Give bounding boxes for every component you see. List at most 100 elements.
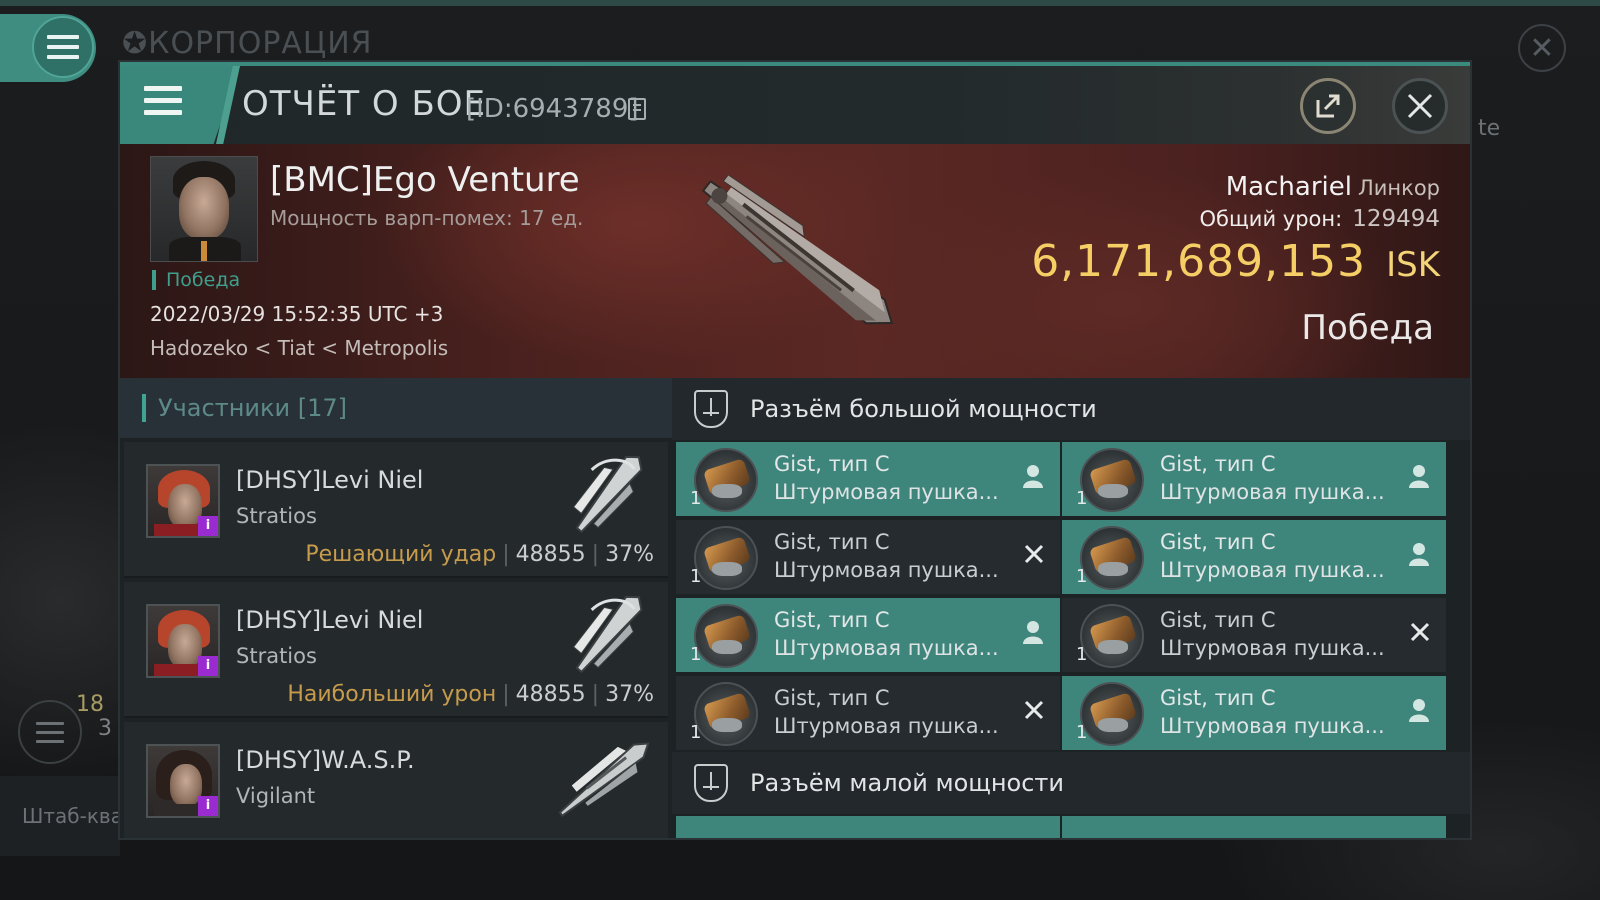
victim-ship-image[interactable] [660, 150, 930, 370]
hamburger-icon [144, 86, 182, 115]
participant-row[interactable]: i [DHSY]W.A.S.P. Vigilant [124, 722, 668, 838]
victim-banner: [BMC]Ego Venture Мощность варп-помех: 17… [120, 144, 1470, 378]
autocannon-icon [694, 526, 758, 590]
hamburger-icon [36, 721, 64, 743]
participants-title: Участники [17] [158, 394, 347, 422]
destroyed-icon [1410, 620, 1430, 648]
copy-icon[interactable] [628, 98, 646, 120]
destroyed-icon [1024, 542, 1044, 570]
module-item[interactable]: 1 Gist, тип C Штурмовая пушка... [1062, 520, 1446, 594]
close-icon [1407, 93, 1433, 119]
victim-name[interactable]: [BMC]Ego Venture [270, 160, 580, 200]
participants-header[interactable]: Участники [17] [120, 378, 672, 438]
participant-name: [DHSY]W.A.S.P. [236, 746, 415, 774]
share-icon [1316, 94, 1340, 118]
hamburger-icon [47, 35, 79, 59]
module-quantity: 1 [1076, 488, 1088, 509]
participant-ship-image [558, 742, 650, 818]
autocannon-icon [694, 682, 758, 746]
module-type: Штурмовая пушка... [1160, 480, 1385, 504]
background-counter-sub: 3 [98, 716, 112, 741]
module-item[interactable]: 1 Gist, тип C Штурмовая пушка... [1062, 598, 1446, 672]
participant-avatar[interactable]: i [146, 604, 220, 678]
high-slot-label: Разъём большой мощности [750, 395, 1097, 423]
dropped-icon [1408, 698, 1430, 728]
dialog-header: ОТЧЁТ О БОЕ [ID:6943789] [120, 66, 1470, 144]
battle-datetime: 2022/03/29 15:52:35 UTC +3 [150, 302, 444, 326]
participant-avatar[interactable]: i [146, 744, 220, 818]
module-quantity: 1 [1076, 644, 1088, 665]
module-quantity: 1 [690, 566, 702, 587]
low-slot-header: Разъём малой мощности [672, 752, 1470, 814]
autocannon-icon [1080, 682, 1144, 746]
warp-disruption-strength: Мощность варп-помех: 17 ед. [270, 206, 584, 230]
battle-id: [ID:6943789] [466, 94, 639, 124]
module-item[interactable]: 1 Gist, тип C Штурмовая пушка... [676, 676, 1060, 750]
destroyed-icon [1024, 698, 1044, 726]
module-item-partial[interactable] [1062, 816, 1446, 838]
module-type: Штурмовая пушка... [1160, 636, 1385, 660]
total-damage: Общий урон: 129494 [1200, 206, 1440, 232]
dropped-icon [1408, 542, 1430, 572]
page-title: ОТЧЁТ О БОЕ [242, 84, 487, 124]
info-badge: i [198, 516, 218, 536]
participant-damage: 48855 [515, 682, 586, 707]
modules-panel: Разъём большой мощности 1 Gist, тип C Шт… [672, 378, 1470, 838]
background-counter: 18 [76, 692, 104, 717]
ship-name: Machariel [1225, 172, 1352, 202]
module-name: Gist, тип C [774, 530, 890, 554]
share-button[interactable] [1300, 78, 1356, 134]
module-quantity: 1 [690, 644, 702, 665]
close-button[interactable] [1392, 78, 1448, 134]
module-quantity: 1 [690, 488, 702, 509]
participant-tag: Наибольший урон [287, 682, 497, 707]
participant-avatar[interactable]: i [146, 464, 220, 538]
victim-avatar[interactable] [150, 156, 258, 262]
background-side-text: te [1478, 116, 1501, 141]
battle-location[interactable]: Hadozeko < Tiat < Metropolis [150, 336, 448, 360]
module-item[interactable]: 1 Gist, тип C Штурмовая пушка... [676, 442, 1060, 516]
participant-name: [DHSY]Levi Niel [236, 466, 424, 494]
module-quantity: 1 [1076, 566, 1088, 587]
victim-ship[interactable]: Machariel Линкор [1226, 172, 1440, 202]
autocannon-icon [1080, 604, 1144, 668]
battle-result: Победа [1301, 308, 1434, 348]
dropped-icon [1408, 464, 1430, 494]
module-name: Gist, тип C [774, 452, 890, 476]
autocannon-icon [694, 604, 758, 668]
participant-ship-image [572, 455, 643, 534]
module-item-partial[interactable] [676, 816, 1060, 838]
total-damage-label: Общий урон: [1199, 207, 1343, 231]
module-quantity: 1 [690, 722, 702, 743]
isk-unit: ISK [1386, 245, 1440, 285]
participant-stats: Решающий удар | 48855 | 37% [305, 542, 654, 567]
module-name: Gist, тип C [1160, 530, 1276, 554]
participants-panel: Участники [17] i [DHSY]Levi Niel Stratio… [120, 378, 672, 838]
module-item[interactable]: 1 Gist, тип C Штурмовая пушка... [1062, 442, 1446, 516]
dropped-icon [1022, 620, 1044, 650]
high-slot-header: Разъём большой мощности [672, 378, 1470, 440]
participant-stats: Наибольший урон | 48855 | 37% [287, 682, 654, 707]
corporation-title: ✪КОРПОРАЦИЯ [122, 26, 373, 61]
background-menu-circle[interactable] [18, 700, 82, 764]
background-close-button[interactable]: ✕ [1518, 24, 1566, 72]
corporation-title-text: КОРПОРАЦИЯ [148, 26, 373, 61]
participant-row[interactable]: i [DHSY]Levi Niel Stratios Наибольший ур… [124, 582, 668, 718]
autocannon-icon [1080, 526, 1144, 590]
low-slot-icon [694, 764, 728, 802]
background-top-bar [0, 0, 1600, 6]
participant-damage: 48855 [515, 542, 586, 567]
participant-ship: Stratios [236, 644, 317, 668]
participant-percent: 37% [605, 682, 654, 707]
ship-class: Линкор [1357, 176, 1440, 200]
participant-ship: Vigilant [236, 784, 316, 808]
status-badge: Победа [152, 270, 240, 290]
main-menu-button[interactable] [32, 16, 94, 78]
module-item[interactable]: 1 Gist, тип C Штурмовая пушка... [1062, 676, 1446, 750]
module-item[interactable]: 1 Gist, тип C Штурмовая пушка... [676, 520, 1060, 594]
participant-percent: 37% [605, 542, 654, 567]
participant-row[interactable]: i [DHSY]Levi Niel Stratios Решающий удар… [124, 442, 668, 578]
module-name: Gist, тип C [1160, 608, 1276, 632]
module-type: Штурмовая пушка... [1160, 714, 1385, 738]
module-item[interactable]: 1 Gist, тип C Штурмовая пушка... [676, 598, 1060, 672]
